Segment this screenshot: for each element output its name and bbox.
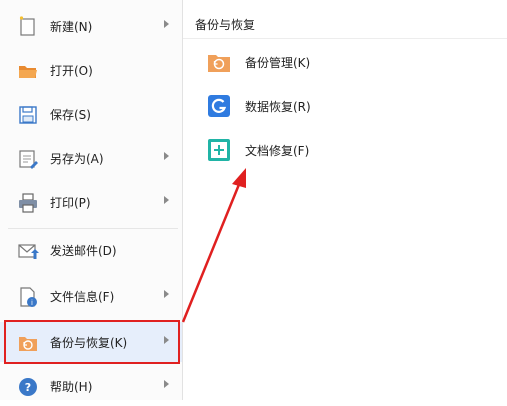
save-icon [19,106,37,124]
new-doc-icon [19,16,35,36]
submenu-item-data-recovery[interactable]: 数据恢复(R) [207,92,407,120]
annotation-highlight-box [4,320,180,364]
submenu-item-backup-manage[interactable]: 备份管理(K) [207,48,407,76]
svg-text:i: i [31,299,33,307]
folder-open-icon [19,66,37,78]
save-as-icon [19,150,38,169]
backup-manage-icon [208,55,230,72]
menu-item-label: 帮助(H) [50,379,93,394]
menu-item-file-info[interactable]: i 文件信息(F) [0,276,182,316]
chevron-right-icon [164,20,169,28]
submenu-panel: 备份与恢复 备份管理(K) 数据恢复(R) 文档修复(F) [183,0,507,400]
menu-item-label: 另存为(A) [50,151,104,166]
menu-item-label: 文件信息(F) [50,289,115,304]
menu-item-send-mail[interactable]: 发送邮件(D) [0,230,182,270]
chevron-right-icon [164,152,169,160]
submenu-item-label: 数据恢复(R) [245,100,311,114]
panel-title: 备份与恢复 [195,18,256,32]
menu-item-label: 打开(O) [50,63,93,78]
menu-item-new[interactable]: 新建(N) [0,6,182,46]
menu-item-help[interactable]: ? 帮助(H) [0,366,182,406]
doc-repair-icon [208,139,230,161]
chevron-right-icon [164,196,169,204]
panel-divider [183,38,507,39]
printer-icon [19,193,37,213]
chevron-right-icon [164,290,169,298]
mail-icon [18,244,39,259]
help-icon: ? [19,378,37,396]
menu-item-label: 打印(P) [50,195,91,210]
file-info-icon: i [20,287,37,307]
menu-item-save[interactable]: 保存(S) [0,94,182,134]
menu-item-print[interactable]: 打印(P) [0,182,182,222]
menu-item-open[interactable]: 打开(O) [0,50,182,90]
menu-item-save-as[interactable]: 另存为(A) [0,138,182,178]
submenu-item-doc-repair[interactable]: 文档修复(F) [207,136,407,164]
svg-text:?: ? [25,381,31,394]
menu-item-label: 发送邮件(D) [50,243,117,258]
chevron-right-icon [164,380,169,388]
submenu-item-label: 备份管理(K) [245,56,311,70]
menu-divider [8,228,178,229]
submenu-item-label: 文档修复(F) [245,144,310,158]
menu-item-label: 保存(S) [50,107,91,122]
data-recovery-icon [208,95,230,117]
menu-item-label: 新建(N) [50,19,93,34]
